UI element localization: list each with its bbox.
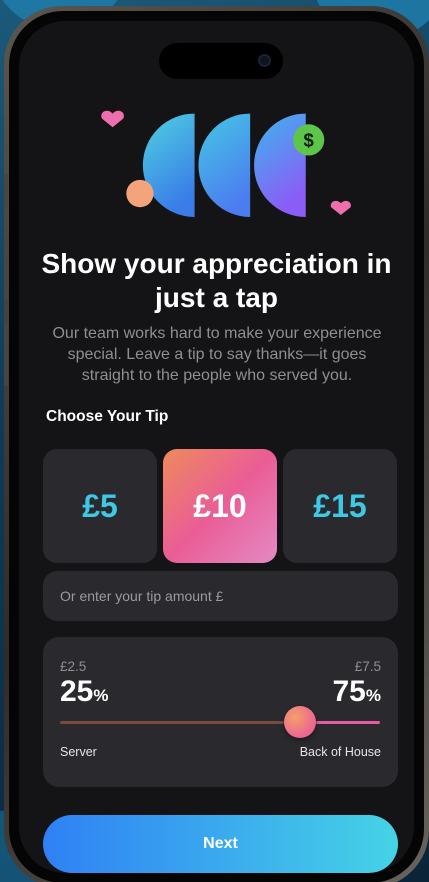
server-percent-value: 25 xyxy=(60,675,94,708)
tip-section: Choose Your Tip £5 £10 £15 £2.5 £7.5 25%… xyxy=(43,401,398,787)
custom-tip-input[interactable] xyxy=(43,571,398,621)
server-amount: £2.5 xyxy=(60,659,87,674)
back-of-house-percent: 75% xyxy=(333,675,382,709)
page-title: Show your appreciation in just a tap xyxy=(41,248,392,313)
split-slider[interactable] xyxy=(60,706,380,738)
back-of-house-amount: £7.5 xyxy=(354,659,381,674)
tip-split-card: £2.5 £7.5 25% 75% Server Back of House xyxy=(43,637,398,787)
back-of-house-percent-value: 75 xyxy=(332,675,366,708)
svg-text:$: $ xyxy=(304,130,315,151)
orange-dot-decoration xyxy=(126,179,154,208)
hero-shape-2 xyxy=(198,113,251,217)
slider-thumb[interactable] xyxy=(284,706,316,738)
server-percent: 25% xyxy=(60,675,109,709)
volume-up-button xyxy=(4,238,8,302)
heart-icon xyxy=(101,110,124,128)
page-subtitle: Our team works hard to make your experie… xyxy=(52,325,382,384)
tip-heading: Choose Your Tip xyxy=(46,408,169,425)
percent-unit: % xyxy=(93,686,109,705)
app-screen: $ Show your appreciation in just a tap O… xyxy=(19,21,414,873)
tip-option-5[interactable]: £5 xyxy=(43,449,157,563)
phone-frame: $ Show your appreciation in just a tap O… xyxy=(4,6,429,882)
hero-illustration: $ xyxy=(101,110,351,217)
slider-track-right xyxy=(316,721,380,724)
volume-down-button xyxy=(4,322,8,386)
server-label: Server xyxy=(60,745,97,759)
action-button xyxy=(4,174,8,208)
slider-track-left xyxy=(60,721,284,724)
heart-icon xyxy=(330,200,351,215)
next-button[interactable]: Next xyxy=(43,815,398,873)
back-of-house-label: Back of House xyxy=(299,745,381,759)
tip-option-10[interactable]: £10 xyxy=(163,449,277,563)
dollar-badge-icon: $ xyxy=(293,124,325,156)
tip-option-15[interactable]: £15 xyxy=(283,449,397,563)
percent-unit: % xyxy=(365,686,381,705)
